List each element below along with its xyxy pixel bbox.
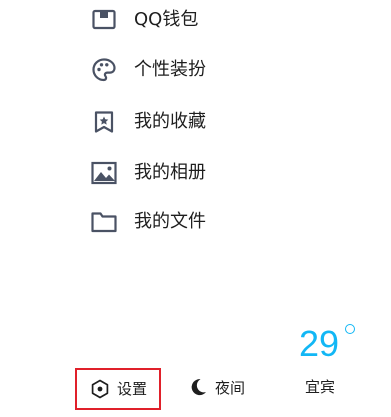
- menu-item-label: 我的相册: [134, 162, 206, 183]
- menu-item-label: 我的收藏: [134, 111, 206, 132]
- menu-item-wallet[interactable]: QQ钱包: [91, 0, 351, 40]
- folder-icon: [91, 209, 117, 235]
- night-mode-button[interactable]: 夜间: [188, 376, 258, 400]
- bookmark-star-icon: [91, 109, 117, 135]
- wallet-icon: [91, 7, 117, 33]
- menu-item-album[interactable]: 我的相册: [91, 153, 351, 193]
- weather-temperature: 29: [299, 323, 340, 364]
- settings-button[interactable]: 设置: [75, 368, 161, 410]
- menu-item-personalize[interactable]: 个性装扮: [91, 50, 351, 90]
- menu-item-favorites[interactable]: 我的收藏: [91, 102, 351, 142]
- photo-album-icon: [91, 160, 117, 186]
- settings-label: 设置: [117, 380, 148, 398]
- menu-item-label: QQ钱包: [134, 9, 199, 30]
- settings-hexagon-icon: [90, 379, 110, 399]
- menu-item-label: 个性装扮: [134, 59, 206, 80]
- palette-icon: [91, 57, 117, 83]
- weather-widget[interactable]: 29 宜宾: [295, 322, 365, 412]
- weather-location: 宜宾: [305, 378, 336, 396]
- menu-item-label: 我的文件: [134, 211, 206, 232]
- menu-item-files[interactable]: 我的文件: [91, 202, 351, 242]
- degree-symbol: [345, 324, 355, 334]
- moon-icon: [188, 377, 208, 397]
- night-mode-label: 夜间: [215, 379, 246, 397]
